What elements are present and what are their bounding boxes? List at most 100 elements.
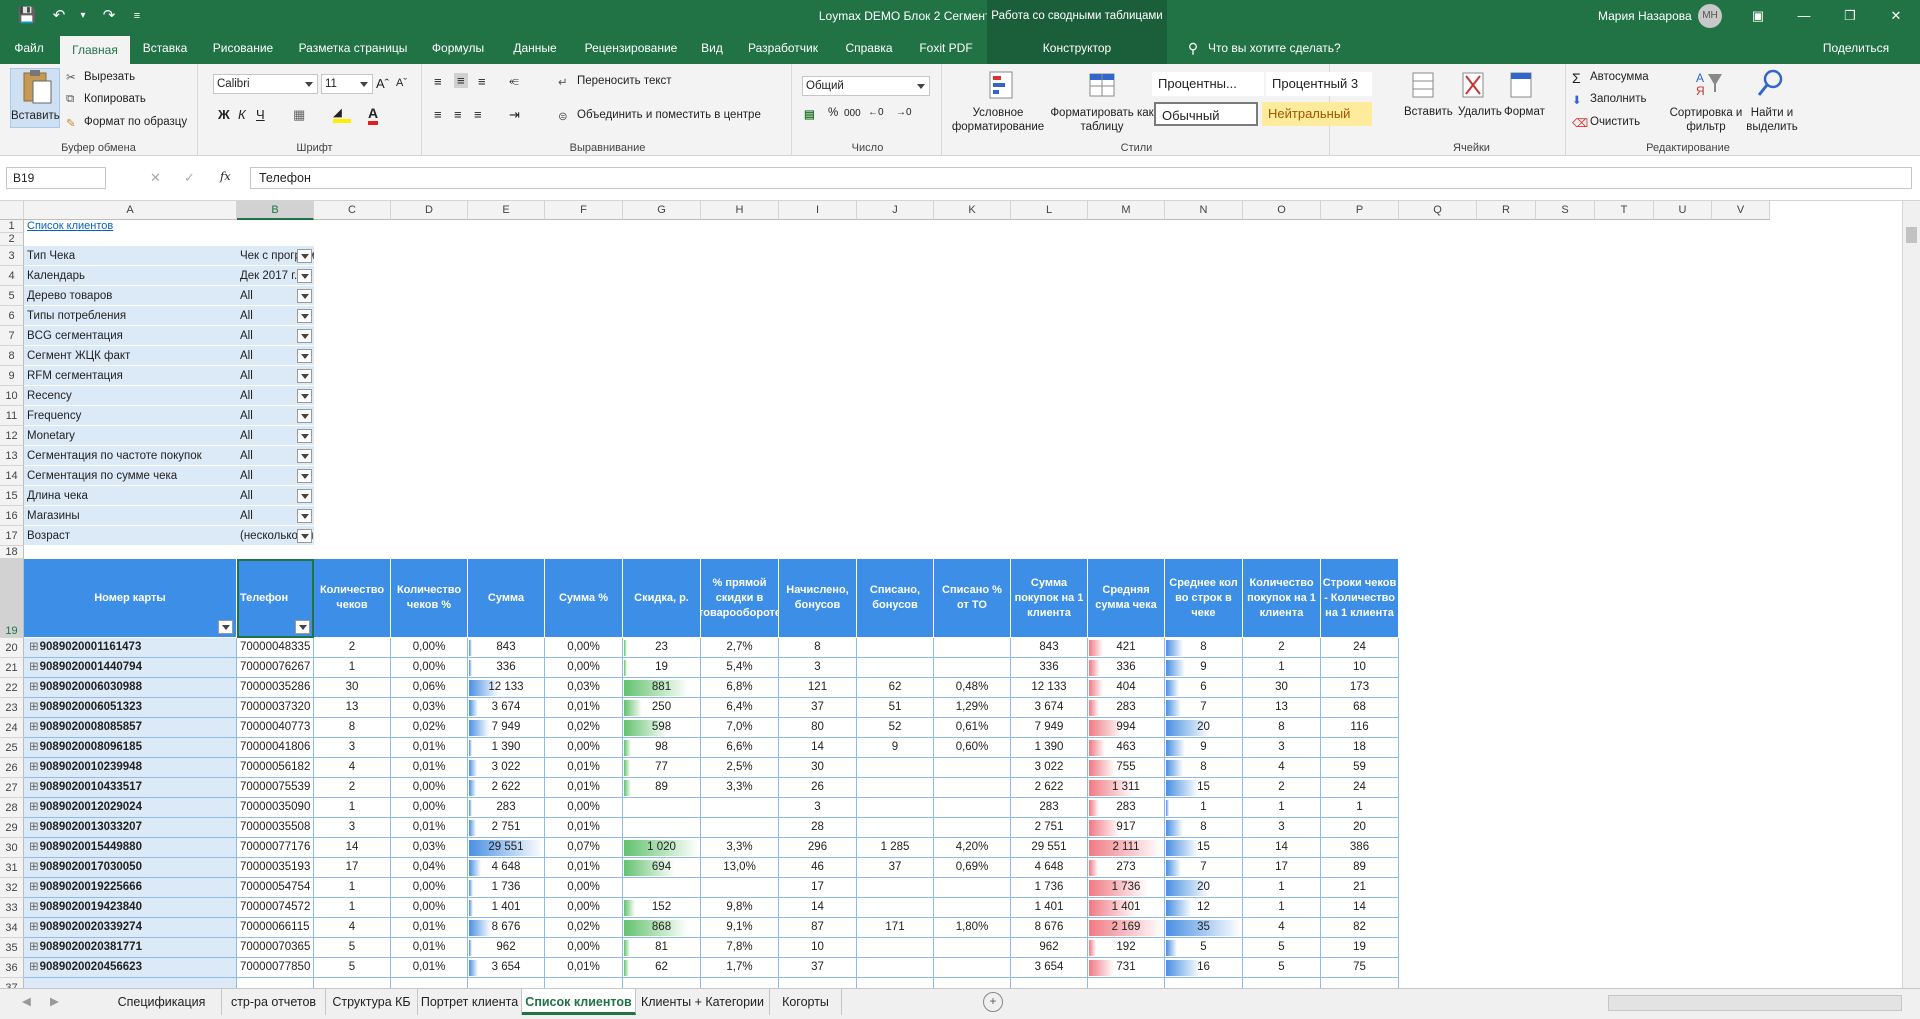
column-header[interactable]: R: [1477, 201, 1536, 220]
row-header[interactable]: 35: [0, 938, 24, 958]
table-cell[interactable]: 8: [1165, 638, 1243, 658]
table-cell[interactable]: [857, 978, 934, 988]
column-header[interactable]: A: [24, 201, 237, 220]
table-cell[interactable]: 0,01%: [391, 958, 468, 978]
table-cell[interactable]: 404: [1088, 678, 1165, 698]
table-cell[interactable]: 0,60%: [934, 738, 1011, 758]
decrease-decimal-icon[interactable]: →0: [896, 107, 912, 118]
table-cell[interactable]: 24: [1321, 638, 1399, 658]
expand-icon[interactable]: ⊞: [29, 701, 39, 713]
row-header[interactable]: 19: [0, 559, 24, 638]
column-header[interactable]: F: [545, 201, 623, 220]
table-cell[interactable]: 3 654: [468, 958, 545, 978]
tab-view[interactable]: Вид: [694, 32, 730, 64]
table-cell[interactable]: 7 949: [1011, 718, 1088, 738]
table-cell[interactable]: 3: [314, 818, 391, 838]
table-cell[interactable]: 0,04%: [391, 858, 468, 878]
table-cell[interactable]: 9: [1165, 658, 1243, 678]
table-cell[interactable]: [623, 878, 701, 898]
table-cell[interactable]: 3: [314, 738, 391, 758]
table-cell[interactable]: ⊞9089020013033207: [24, 818, 237, 838]
column-header[interactable]: H: [701, 201, 779, 220]
table-cell[interactable]: 37: [779, 698, 857, 718]
sheet-tab[interactable]: Спецификация: [102, 989, 222, 1015]
table-cell[interactable]: 1,80%: [934, 918, 1011, 938]
table-cell[interactable]: 0,00%: [391, 638, 468, 658]
currency-icon[interactable]: ▤: [804, 107, 815, 121]
table-cell[interactable]: 70000041806: [237, 738, 314, 758]
style-normal[interactable]: Обычный: [1154, 102, 1258, 126]
cut-button[interactable]: Вырезать: [84, 71, 135, 83]
table-cell[interactable]: 1,7%: [701, 958, 779, 978]
expand-icon[interactable]: ⊞: [29, 841, 39, 853]
align-left-icon[interactable]: ≡: [434, 107, 442, 122]
sheet-tab[interactable]: Список клиентов: [522, 989, 636, 1015]
table-cell[interactable]: 0,48%: [934, 678, 1011, 698]
column-header[interactable]: B: [237, 201, 314, 220]
orientation-icon[interactable]: ⥺: [509, 74, 519, 89]
table-cell[interactable]: 7 949: [468, 718, 545, 738]
table-cell[interactable]: 70000075539: [237, 778, 314, 798]
tab-foxit-pdf[interactable]: Foxit PDF: [910, 32, 982, 64]
indent-icon[interactable]: ⇥: [509, 107, 520, 123]
table-cell[interactable]: 16: [1165, 958, 1243, 978]
table-header[interactable]: Сумма: [468, 559, 545, 638]
filter-value[interactable]: All: [237, 346, 314, 366]
table-cell[interactable]: [857, 958, 934, 978]
table-cell[interactable]: 3 674: [1011, 698, 1088, 718]
table-cell[interactable]: ⊞9089020019225666: [24, 878, 237, 898]
table-cell[interactable]: 70000035193: [237, 858, 314, 878]
table-cell[interactable]: 5: [314, 958, 391, 978]
table-cell[interactable]: 14: [1243, 838, 1321, 858]
fill-color-icon[interactable]: ◢: [333, 105, 351, 123]
undo-dropdown-icon[interactable]: ▾: [70, 0, 96, 32]
table-cell[interactable]: 1: [314, 658, 391, 678]
table-cell[interactable]: 8 676: [1011, 918, 1088, 938]
field-dropdown-icon[interactable]: [295, 620, 310, 634]
expand-icon[interactable]: ⊞: [29, 921, 39, 933]
table-cell[interactable]: 173: [1321, 678, 1399, 698]
table-cell[interactable]: 3 022: [1011, 758, 1088, 778]
filter-value[interactable]: Дек 2017 г.: [237, 266, 314, 286]
expand-icon[interactable]: ⊞: [29, 641, 39, 653]
table-cell[interactable]: ⊞9089020001161473: [24, 638, 237, 658]
row-header[interactable]: 20: [0, 638, 24, 658]
table-cell[interactable]: 4,20%: [934, 838, 1011, 858]
table-cell[interactable]: 8: [314, 718, 391, 738]
table-cell[interactable]: 0,02%: [391, 718, 468, 738]
table-cell[interactable]: 5,4%: [701, 658, 779, 678]
table-cell[interactable]: 0,03%: [391, 838, 468, 858]
table-cell[interactable]: 46: [779, 858, 857, 878]
table-cell[interactable]: 14: [779, 898, 857, 918]
filter-active-icon[interactable]: [297, 249, 312, 263]
table-cell[interactable]: 0,69%: [934, 858, 1011, 878]
table-cell[interactable]: 962: [1011, 938, 1088, 958]
table-cell[interactable]: ⊞9089020020381771: [24, 938, 237, 958]
table-cell[interactable]: 283: [1088, 698, 1165, 718]
table-header[interactable]: Количество чеков %: [391, 559, 468, 638]
table-cell[interactable]: 0,03%: [391, 698, 468, 718]
row-header[interactable]: 17: [0, 526, 24, 546]
table-cell[interactable]: 273: [1088, 858, 1165, 878]
table-cell[interactable]: [623, 818, 701, 838]
style-percent-3[interactable]: Процентный 3: [1266, 72, 1372, 96]
style-percent-1[interactable]: Процентны...: [1152, 72, 1264, 96]
table-header[interactable]: Списано, бонусов: [857, 559, 934, 638]
align-bottom-icon[interactable]: ≡: [478, 74, 486, 89]
filter-dropdown-icon[interactable]: [297, 429, 312, 443]
table-cell[interactable]: 250: [623, 698, 701, 718]
table-cell[interactable]: 30: [1243, 678, 1321, 698]
table-cell[interactable]: 336: [1088, 658, 1165, 678]
name-box[interactable]: B19: [6, 167, 106, 189]
paste-button[interactable]: Вставить: [10, 68, 60, 128]
minimize-button[interactable]: —: [1781, 0, 1827, 32]
align-right-icon[interactable]: ≡: [474, 107, 482, 122]
table-cell[interactable]: 70000074572: [237, 898, 314, 918]
table-cell[interactable]: 7,0%: [701, 718, 779, 738]
table-cell[interactable]: [857, 778, 934, 798]
table-cell[interactable]: [1088, 978, 1165, 988]
table-cell[interactable]: ⊞9089020006030988: [24, 678, 237, 698]
filter-dropdown-icon[interactable]: [297, 449, 312, 463]
shrink-font-icon[interactable]: Aˇ: [396, 77, 407, 89]
font-color-icon[interactable]: A: [368, 105, 379, 125]
